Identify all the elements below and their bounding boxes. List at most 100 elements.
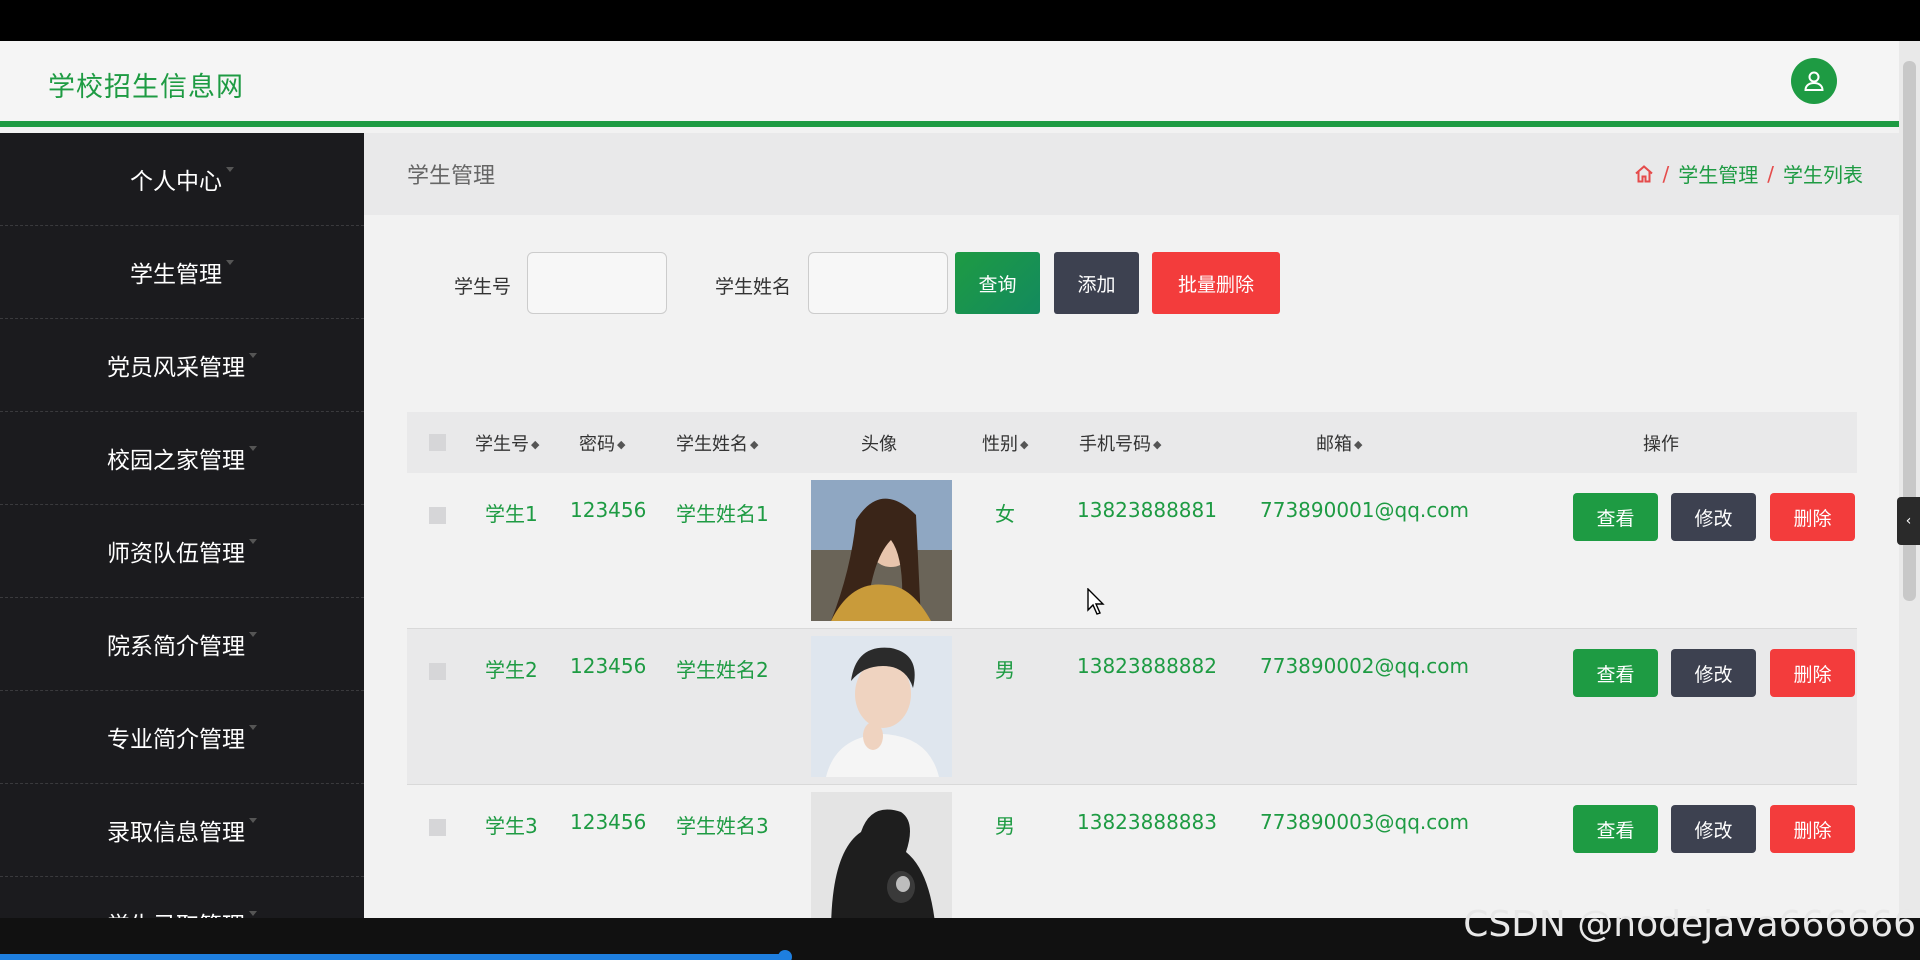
- chevron-down-icon: [249, 910, 257, 916]
- column-header-avatar: 头像: [861, 434, 897, 455]
- column-header-label: 手机号码: [1079, 434, 1151, 455]
- cell-phone: 13823888883: [1077, 810, 1217, 834]
- sidebar: 个人中心 学生管理 党员风采管理 校园之家管理 师资队伍管理 院系简介管理 专业…: [0, 133, 364, 918]
- add-button[interactable]: 添加: [1054, 252, 1139, 314]
- cell-email: 773890001@qq.com: [1260, 498, 1469, 522]
- cell-student-no: 学生2: [485, 658, 538, 682]
- breadcrumb-separator: /: [1767, 161, 1774, 186]
- sidebar-item-label: 院系简介管理: [107, 634, 245, 660]
- delete-button[interactable]: 删除: [1770, 493, 1855, 541]
- column-header-student-no[interactable]: 学生号 ◆: [475, 430, 539, 456]
- column-header-email[interactable]: 邮箱 ◆: [1316, 430, 1362, 456]
- breadcrumb-separator: /: [1662, 161, 1670, 186]
- cell-gender: 女: [995, 502, 1015, 526]
- page-header: 学生管理 / 学生管理 / 学生列表: [364, 133, 1899, 215]
- delete-button[interactable]: 删除: [1770, 805, 1855, 853]
- chevron-down-icon: [249, 631, 257, 637]
- watermark: CSDN @nodejava666666: [1463, 904, 1916, 945]
- student-no-label: 学生号: [454, 276, 512, 298]
- avatar-image: [811, 792, 952, 918]
- video-progress-bar[interactable]: [0, 954, 786, 960]
- view-button[interactable]: 查看: [1573, 649, 1658, 697]
- sort-icon: ◆: [617, 438, 626, 451]
- avatar-image: [811, 480, 952, 621]
- query-button[interactable]: 查询: [955, 252, 1040, 314]
- page-scrollbar[interactable]: [1899, 41, 1920, 918]
- chevron-down-icon: [226, 259, 234, 265]
- sort-icon: ◆: [1153, 438, 1162, 451]
- sidebar-item-label: 录取信息管理: [107, 820, 245, 846]
- sidebar-item-label: 学生录取管理: [107, 906, 245, 918]
- edit-button[interactable]: 修改: [1671, 649, 1756, 697]
- cell-name: 学生姓名3: [676, 814, 769, 838]
- table-row: 学生2 123456 学生姓名2 男 13823888882 773890002…: [407, 629, 1857, 785]
- cell-student-no: 学生3: [485, 814, 538, 838]
- sidebar-item-admission-info[interactable]: 录取信息管理: [0, 784, 364, 877]
- browser-viewport: 学校招生信息网 个人中心 学生管理 党员风采管理 校园之家管理 师资队伍管理 院…: [0, 41, 1920, 918]
- sidebar-item-student-admission[interactable]: 学生录取管理: [0, 877, 364, 918]
- column-header-gender[interactable]: 性别 ◆: [982, 430, 1028, 456]
- sidebar-item-label: 专业简介管理: [107, 727, 245, 753]
- home-icon[interactable]: [1634, 164, 1654, 184]
- mouse-cursor-icon: [1087, 588, 1105, 615]
- video-progress-handle[interactable]: [778, 950, 792, 960]
- view-button[interactable]: 查看: [1573, 805, 1658, 853]
- chevron-down-icon: [249, 445, 257, 451]
- chevron-down-icon: [249, 817, 257, 823]
- cell-gender: 男: [995, 814, 1015, 838]
- sidebar-item-label: 师资队伍管理: [107, 541, 245, 567]
- sidebar-item-faculty[interactable]: 师资队伍管理: [0, 505, 364, 598]
- column-header-phone[interactable]: 手机号码 ◆: [1079, 430, 1161, 456]
- cell-password: 123456: [570, 498, 647, 522]
- sort-icon: ◆: [1020, 438, 1029, 451]
- site-title: 学校招生信息网: [48, 72, 244, 103]
- sidebar-item-label: 学生管理: [130, 262, 222, 288]
- page-title: 学生管理: [407, 164, 496, 189]
- sidebar-item-department[interactable]: 院系简介管理: [0, 598, 364, 691]
- edit-button[interactable]: 修改: [1671, 493, 1756, 541]
- column-header-password[interactable]: 密码 ◆: [579, 430, 625, 456]
- sidebar-item-major[interactable]: 专业简介管理: [0, 691, 364, 784]
- cell-phone: 13823888882: [1077, 654, 1217, 678]
- app-root: 学校招生信息网 个人中心 学生管理 党员风采管理 校园之家管理 师资队伍管理 院…: [0, 0, 1920, 960]
- breadcrumb-item[interactable]: 学生列表: [1783, 159, 1863, 188]
- user-icon: [1804, 71, 1824, 91]
- column-header-label: 学生姓名: [676, 434, 748, 455]
- breadcrumb-item[interactable]: 学生管理: [1678, 159, 1758, 188]
- sidebar-item-student-management[interactable]: 学生管理: [0, 226, 364, 319]
- sidebar-item-label: 党员风采管理: [107, 355, 245, 381]
- student-name-input[interactable]: [808, 252, 948, 314]
- sidebar-item-campus-home[interactable]: 校园之家管理: [0, 412, 364, 505]
- cell-gender: 男: [995, 658, 1015, 682]
- column-header-name[interactable]: 学生姓名 ◆: [676, 430, 758, 456]
- row-checkbox[interactable]: [429, 819, 446, 836]
- breadcrumb: / 学生管理 / 学生列表: [1634, 159, 1863, 188]
- sidebar-item-personal-center[interactable]: 个人中心: [0, 133, 364, 226]
- sidebar-item-party-member[interactable]: 党员风采管理: [0, 319, 364, 412]
- delete-button[interactable]: 删除: [1770, 649, 1855, 697]
- sort-icon: ◆: [750, 438, 759, 451]
- column-header-label: 性别: [982, 434, 1018, 455]
- students-table: 学生号 ◆ 密码 ◆ 学生姓名 ◆ 头像 性别 ◆ 手机号码 ◆ 邮箱 ◆ 操作 学生1 1…: [407, 412, 1857, 918]
- view-button[interactable]: 查看: [1573, 493, 1658, 541]
- student-no-input[interactable]: [527, 252, 667, 314]
- chevron-left-icon[interactable]: ‹: [1897, 497, 1920, 545]
- cell-student-no: 学生1: [485, 502, 538, 526]
- batch-delete-button[interactable]: 批量删除: [1152, 252, 1280, 314]
- top-header: 学校招生信息网: [0, 41, 1899, 127]
- select-all-checkbox[interactable]: [429, 434, 446, 451]
- sidebar-item-label: 个人中心: [130, 169, 222, 195]
- cell-name: 学生姓名2: [676, 658, 769, 682]
- table-row: 学生3 123456 学生姓名3 男 13823888883 773890003…: [407, 785, 1857, 918]
- user-avatar-button[interactable]: [1791, 58, 1837, 104]
- student-name-label: 学生姓名: [715, 276, 792, 298]
- avatar-image: [811, 636, 952, 777]
- search-form: 学生号 学生姓名 查询 添加 批量删除: [364, 252, 1899, 316]
- cell-password: 123456: [570, 654, 647, 678]
- chevron-down-icon: [249, 352, 257, 358]
- row-checkbox[interactable]: [429, 663, 446, 680]
- row-checkbox[interactable]: [429, 507, 446, 524]
- edit-button[interactable]: 修改: [1671, 805, 1756, 853]
- chevron-down-icon: [226, 166, 234, 172]
- column-header-label: 邮箱: [1316, 434, 1352, 455]
